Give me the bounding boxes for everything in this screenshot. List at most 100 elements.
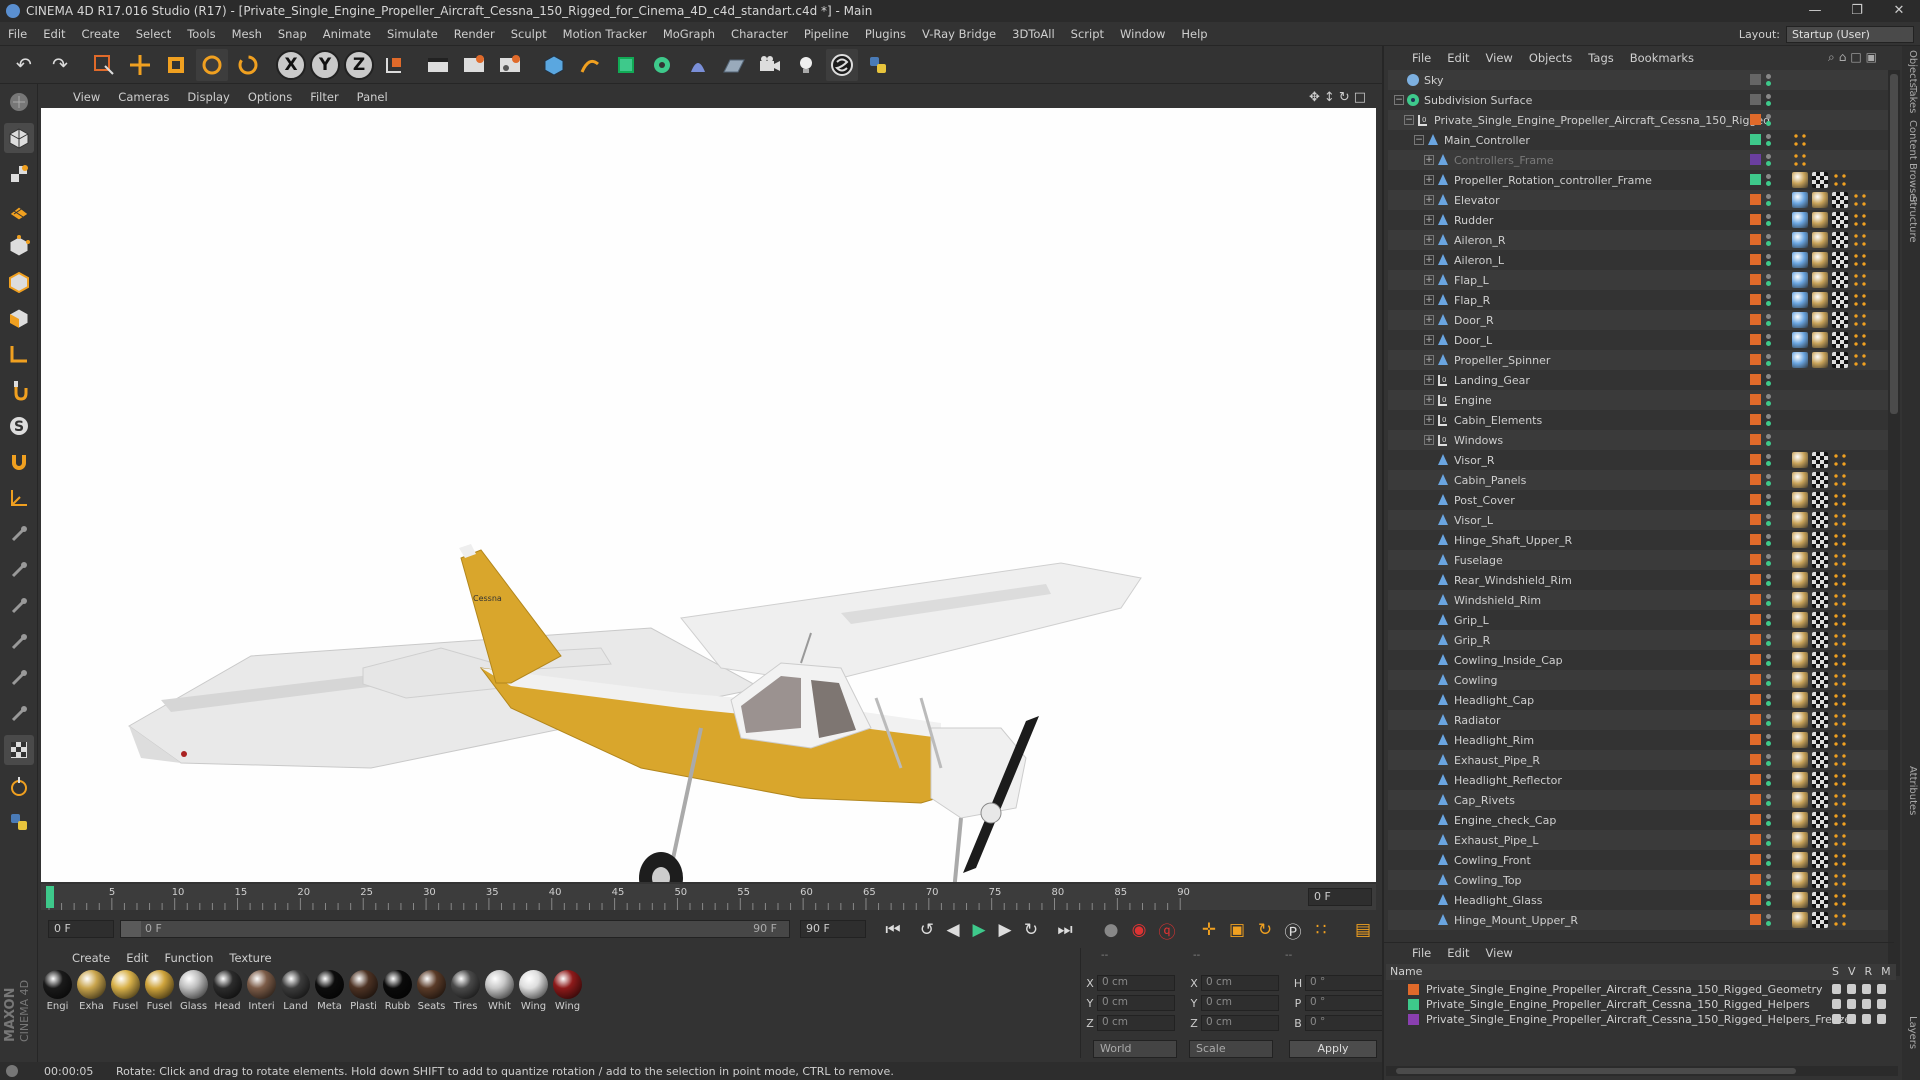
- expand-toggle-icon[interactable]: +: [1424, 415, 1434, 425]
- object-row-engine[interactable]: +0 Engine: [1388, 390, 1888, 410]
- selection-tag-icon[interactable]: [1832, 532, 1848, 548]
- menu-pipeline[interactable]: Pipeline: [796, 27, 857, 41]
- expand-toggle-icon[interactable]: +: [1424, 255, 1434, 265]
- material-tag-icon[interactable]: [1792, 572, 1808, 588]
- 3d-viewport[interactable]: Cessna: [41, 108, 1376, 882]
- editor-visibility-dot[interactable]: [1766, 514, 1771, 519]
- object-row-flap-r[interactable]: + Flap_R: [1388, 290, 1888, 310]
- selection-tag-icon[interactable]: [1832, 712, 1848, 728]
- editor-visibility-dot[interactable]: [1766, 714, 1771, 719]
- record-keys-icon[interactable]: ●: [1098, 918, 1124, 942]
- layer-color-tag[interactable]: [1750, 394, 1761, 405]
- object-row-visor-r[interactable]: Visor_R: [1388, 450, 1888, 470]
- object-name[interactable]: Windows: [1454, 434, 1503, 447]
- editor-visibility-dot[interactable]: [1766, 194, 1771, 199]
- uvw-tag-icon[interactable]: [1832, 212, 1848, 228]
- material-tag-icon[interactable]: [1812, 272, 1828, 288]
- viewport-menu-view[interactable]: View: [64, 90, 109, 104]
- editor-visibility-dot[interactable]: [1766, 814, 1771, 819]
- menu-3dtoall[interactable]: 3DToAll: [1004, 27, 1063, 41]
- layer-name[interactable]: Private_Single_Engine_Propeller_Aircraft…: [1426, 1013, 1851, 1026]
- material-tag-icon[interactable]: [1792, 752, 1808, 768]
- object-name[interactable]: Fuselage: [1454, 554, 1503, 567]
- magnet-snap-icon[interactable]: [4, 447, 34, 477]
- go-to-end-icon[interactable]: ⏭: [1052, 918, 1078, 942]
- material-swatch[interactable]: Land: [279, 970, 312, 1050]
- uvw-tag-icon[interactable]: [1812, 852, 1828, 868]
- expand-toggle-icon[interactable]: −: [1404, 115, 1414, 125]
- uvw-tag-icon[interactable]: [1812, 912, 1828, 928]
- uvw-tag-icon[interactable]: [1812, 712, 1828, 728]
- material-tag-icon[interactable]: [1812, 252, 1828, 268]
- subdivision-surface-icon[interactable]: [610, 49, 642, 81]
- uvw-tag-icon[interactable]: [1812, 772, 1828, 788]
- material-tag-icon[interactable]: [1812, 332, 1828, 348]
- editor-visibility-dot[interactable]: [1766, 554, 1771, 559]
- selection-tag-icon[interactable]: [1852, 192, 1868, 208]
- object-name[interactable]: Subdivision Surface: [1424, 94, 1532, 107]
- material-swatch[interactable]: Engi: [41, 970, 74, 1050]
- render-visibility-dot[interactable]: [1766, 101, 1771, 106]
- uvw-tag-icon[interactable]: [1832, 332, 1848, 348]
- preview-start-field[interactable]: 0 F: [48, 920, 114, 938]
- inflate-tool-icon[interactable]: [4, 663, 34, 693]
- object-name[interactable]: Door_L: [1454, 334, 1492, 347]
- timeline-ruler[interactable]: 051015202530354045505560657075808590 0 F: [41, 884, 1376, 910]
- editor-visibility-dot[interactable]: [1766, 414, 1771, 419]
- object-name[interactable]: Controllers_Frame: [1454, 154, 1554, 167]
- layer-color-tag[interactable]: [1750, 654, 1761, 665]
- layer-color-tag[interactable]: [1750, 594, 1761, 605]
- menu-simulate[interactable]: Simulate: [379, 27, 446, 41]
- object-row-door-l[interactable]: + Door_L: [1388, 330, 1888, 350]
- object-row-private-single-engine-propeller-aircraft-cessna-150-rigged[interactable]: −0 Private_Single_Engine_Propeller_Aircra…: [1388, 110, 1888, 130]
- constraint-tag-icon[interactable]: [1792, 252, 1808, 268]
- uvw-tag-icon[interactable]: [1812, 872, 1828, 888]
- layer-color-tag[interactable]: [1750, 534, 1761, 545]
- editor-visibility-dot[interactable]: [1766, 614, 1771, 619]
- material-preview-ball[interactable]: [417, 970, 446, 999]
- pos-y-field[interactable]: 0 cm: [1097, 995, 1175, 1011]
- editor-visibility-dot[interactable]: [1766, 474, 1771, 479]
- uvw-tag-icon[interactable]: [1812, 172, 1828, 188]
- object-row-controllers-frame[interactable]: + Controllers_Frame: [1388, 150, 1888, 170]
- selection-tag-icon[interactable]: [1792, 152, 1808, 168]
- layer-flag-icon[interactable]: [1862, 999, 1871, 1009]
- x-axis-lock-button[interactable]: X: [276, 49, 306, 80]
- points-mode-icon[interactable]: [4, 231, 34, 261]
- editor-visibility-dot[interactable]: [1766, 654, 1771, 659]
- menu-snap[interactable]: Snap: [270, 27, 315, 41]
- material-tag-icon[interactable]: [1792, 852, 1808, 868]
- selection-tag-icon[interactable]: [1832, 552, 1848, 568]
- object-row-rear-windshield-rim[interactable]: Rear_Windshield_Rim: [1388, 570, 1888, 590]
- uvw-tag-icon[interactable]: [1812, 792, 1828, 808]
- object-name[interactable]: Radiator: [1454, 714, 1501, 727]
- material-tag-icon[interactable]: [1792, 472, 1808, 488]
- layer-name[interactable]: Private_Single_Engine_Propeller_Aircraft…: [1426, 983, 1823, 996]
- material-preview-ball[interactable]: [485, 970, 514, 999]
- layer-color-tag[interactable]: [1750, 794, 1761, 805]
- constraint-tag-icon[interactable]: [1792, 332, 1808, 348]
- material-swatch[interactable]: Glass: [177, 970, 210, 1050]
- uvw-tag-icon[interactable]: [1812, 832, 1828, 848]
- editor-visibility-dot[interactable]: [1766, 634, 1771, 639]
- layer-color-tag[interactable]: [1750, 314, 1761, 325]
- uvw-tag-icon[interactable]: [1812, 892, 1828, 908]
- render-to-picture-viewer-icon[interactable]: [458, 49, 490, 81]
- object-name[interactable]: Cap_Rivets: [1454, 794, 1515, 807]
- viewport-navigation-icons[interactable]: ✥↕↻□: [1309, 90, 1370, 105]
- layer-color-tag[interactable]: [1750, 234, 1761, 245]
- render-visibility-dot[interactable]: [1766, 641, 1771, 646]
- selection-tag-icon[interactable]: [1832, 572, 1848, 588]
- edges-mode-icon[interactable]: [4, 267, 34, 297]
- selection-tag-icon[interactable]: [1832, 652, 1848, 668]
- menu-v-ray-bridge[interactable]: V-Ray Bridge: [914, 27, 1004, 41]
- uvw-tag-icon[interactable]: [1832, 312, 1848, 328]
- range-slider-thumb[interactable]: [121, 921, 141, 937]
- render-visibility-dot[interactable]: [1766, 481, 1771, 486]
- material-tag-icon[interactable]: [1812, 212, 1828, 228]
- editor-visibility-dot[interactable]: [1766, 314, 1771, 319]
- editor-visibility-dot[interactable]: [1766, 374, 1771, 379]
- object-name[interactable]: Cabin_Elements: [1454, 414, 1542, 427]
- selection-tag-icon[interactable]: [1832, 832, 1848, 848]
- selection-tag-icon[interactable]: [1832, 912, 1848, 928]
